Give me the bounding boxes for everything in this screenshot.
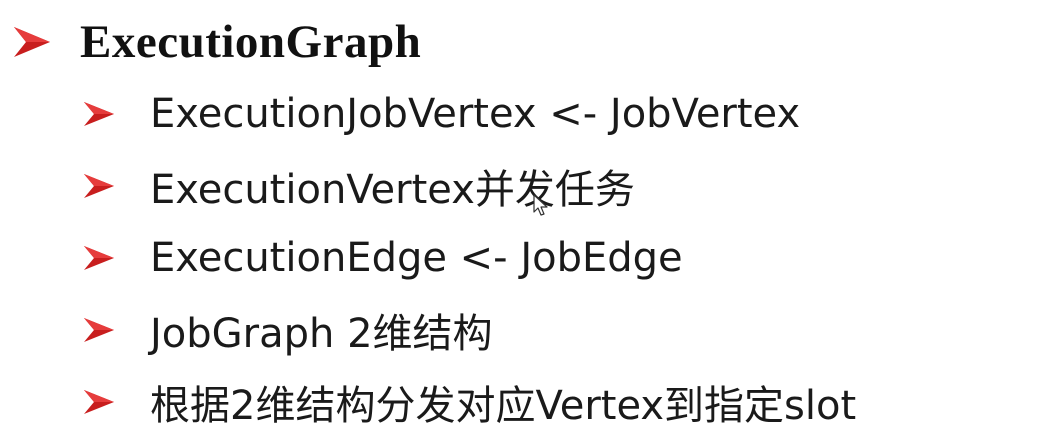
mouse-pointer-icon — [533, 194, 548, 216]
list-item-text: ExecutionVertex并发任务 — [150, 167, 635, 213]
list-item: ExecutionVertex并发任务 — [84, 150, 856, 222]
arrow-bullet-icon — [84, 102, 114, 126]
arrow-bullet-icon — [84, 318, 114, 342]
list-item-text: ExecutionEdge <- JobEdge — [150, 235, 683, 281]
arrow-bullet-icon — [84, 246, 114, 270]
list-item: ExecutionJobVertex <- JobVertex — [84, 78, 856, 150]
bullet-list: ExecutionJobVertex <- JobVertex Executio… — [84, 78, 856, 438]
slide: ExecutionGraph ExecutionJobVertex <- Job… — [0, 0, 1047, 444]
slide-title: ExecutionGraph — [80, 16, 422, 68]
list-item-text: ExecutionJobVertex <- JobVertex — [150, 91, 801, 137]
arrow-bullet-icon — [14, 27, 50, 57]
arrow-bullet-icon — [84, 174, 114, 198]
title-row: ExecutionGraph — [14, 12, 421, 72]
list-item-text: JobGraph 2维结构 — [150, 311, 493, 357]
list-item: JobGraph 2维结构 — [84, 294, 856, 366]
list-item: ExecutionEdge <- JobEdge — [84, 222, 856, 294]
list-item-text: 根据2维结构分发对应Vertex到指定slot — [150, 383, 857, 429]
arrow-bullet-icon — [84, 390, 114, 414]
list-item: 根据2维结构分发对应Vertex到指定slot — [84, 366, 856, 438]
